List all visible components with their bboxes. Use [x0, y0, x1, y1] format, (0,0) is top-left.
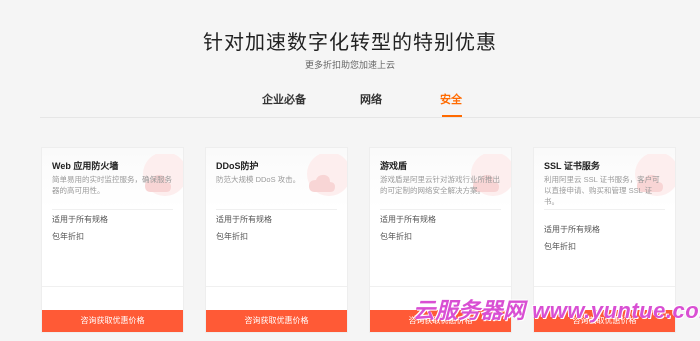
card-divider [544, 209, 665, 210]
page-title: 针对加速数字化转型的特别优惠 [203, 32, 497, 54]
tab-network[interactable]: 网络 [360, 94, 382, 116]
card-feature: 包年折扣 [380, 232, 412, 241]
card-footer-divider [206, 286, 347, 287]
card-feature: 包年折扣 [52, 232, 84, 241]
card-description: 简单易用的实时监控服务，确保服务器的高可用性。 [52, 175, 172, 195]
tab-bar: 企业必备 网络 安全 [0, 94, 700, 118]
watermark: 云服务器网 www.yuntue.com [413, 298, 700, 323]
card-header: SSL 证书服务 利用阿里云 SSL 证书服务，客户可以直接申请、购买和管理 S… [534, 148, 675, 209]
product-card-ddos: DDoS防护 防范大规模 DDoS 攻击。 适用于所有规格 包年折扣 咨询获取优… [205, 147, 348, 333]
product-card-waf: Web 应用防火墙 简单易用的实时监控服务，确保服务器的高可用性。 适用于所有规… [41, 147, 184, 333]
tab-security[interactable]: 安全 [440, 94, 462, 116]
card-header: Web 应用防火墙 简单易用的实时监控服务，确保服务器的高可用性。 [42, 148, 183, 209]
card-feature: 适用于所有规格 [52, 215, 108, 224]
card-title: SSL 证书服务 [544, 161, 600, 171]
card-feature: 适用于所有规格 [544, 225, 600, 234]
card-title: Web 应用防火墙 [52, 161, 119, 171]
card-feature: 适用于所有规格 [380, 215, 436, 224]
card-header: 游戏盾 游戏盾是阿里云针对游戏行业所推出的可定制的网络安全解决方案。 [370, 148, 511, 209]
card-footer-divider [42, 286, 183, 287]
card-title: 游戏盾 [380, 161, 408, 171]
page-subtitle: 更多折扣助您加速上云 [304, 60, 395, 70]
card-divider [216, 209, 337, 210]
card-divider [380, 209, 501, 210]
card-header: DDoS防护 防范大规模 DDoS 攻击。 [206, 148, 347, 209]
card-divider [52, 209, 173, 210]
card-feature: 包年折扣 [216, 232, 248, 241]
card-footer-divider [370, 286, 511, 287]
card-feature: 包年折扣 [544, 242, 576, 251]
consult-price-button[interactable]: 咨询获取优惠价格 [206, 310, 347, 332]
card-title: DDoS防护 [216, 161, 259, 171]
tabs-divider [40, 117, 700, 118]
card-feature: 适用于所有规格 [216, 215, 272, 224]
card-footer-divider [534, 286, 675, 287]
card-description: 防范大规模 DDoS 攻击。 [216, 175, 301, 184]
card-description: 利用阿里云 SSL 证书服务，客户可以直接申请、购买和管理 SSL 证书。 [544, 175, 660, 206]
card-description: 游戏盾是阿里云针对游戏行业所推出的可定制的网络安全解决方案。 [380, 175, 500, 195]
tab-enterprise[interactable]: 企业必备 [262, 94, 306, 116]
consult-price-button[interactable]: 咨询获取优惠价格 [42, 310, 183, 332]
